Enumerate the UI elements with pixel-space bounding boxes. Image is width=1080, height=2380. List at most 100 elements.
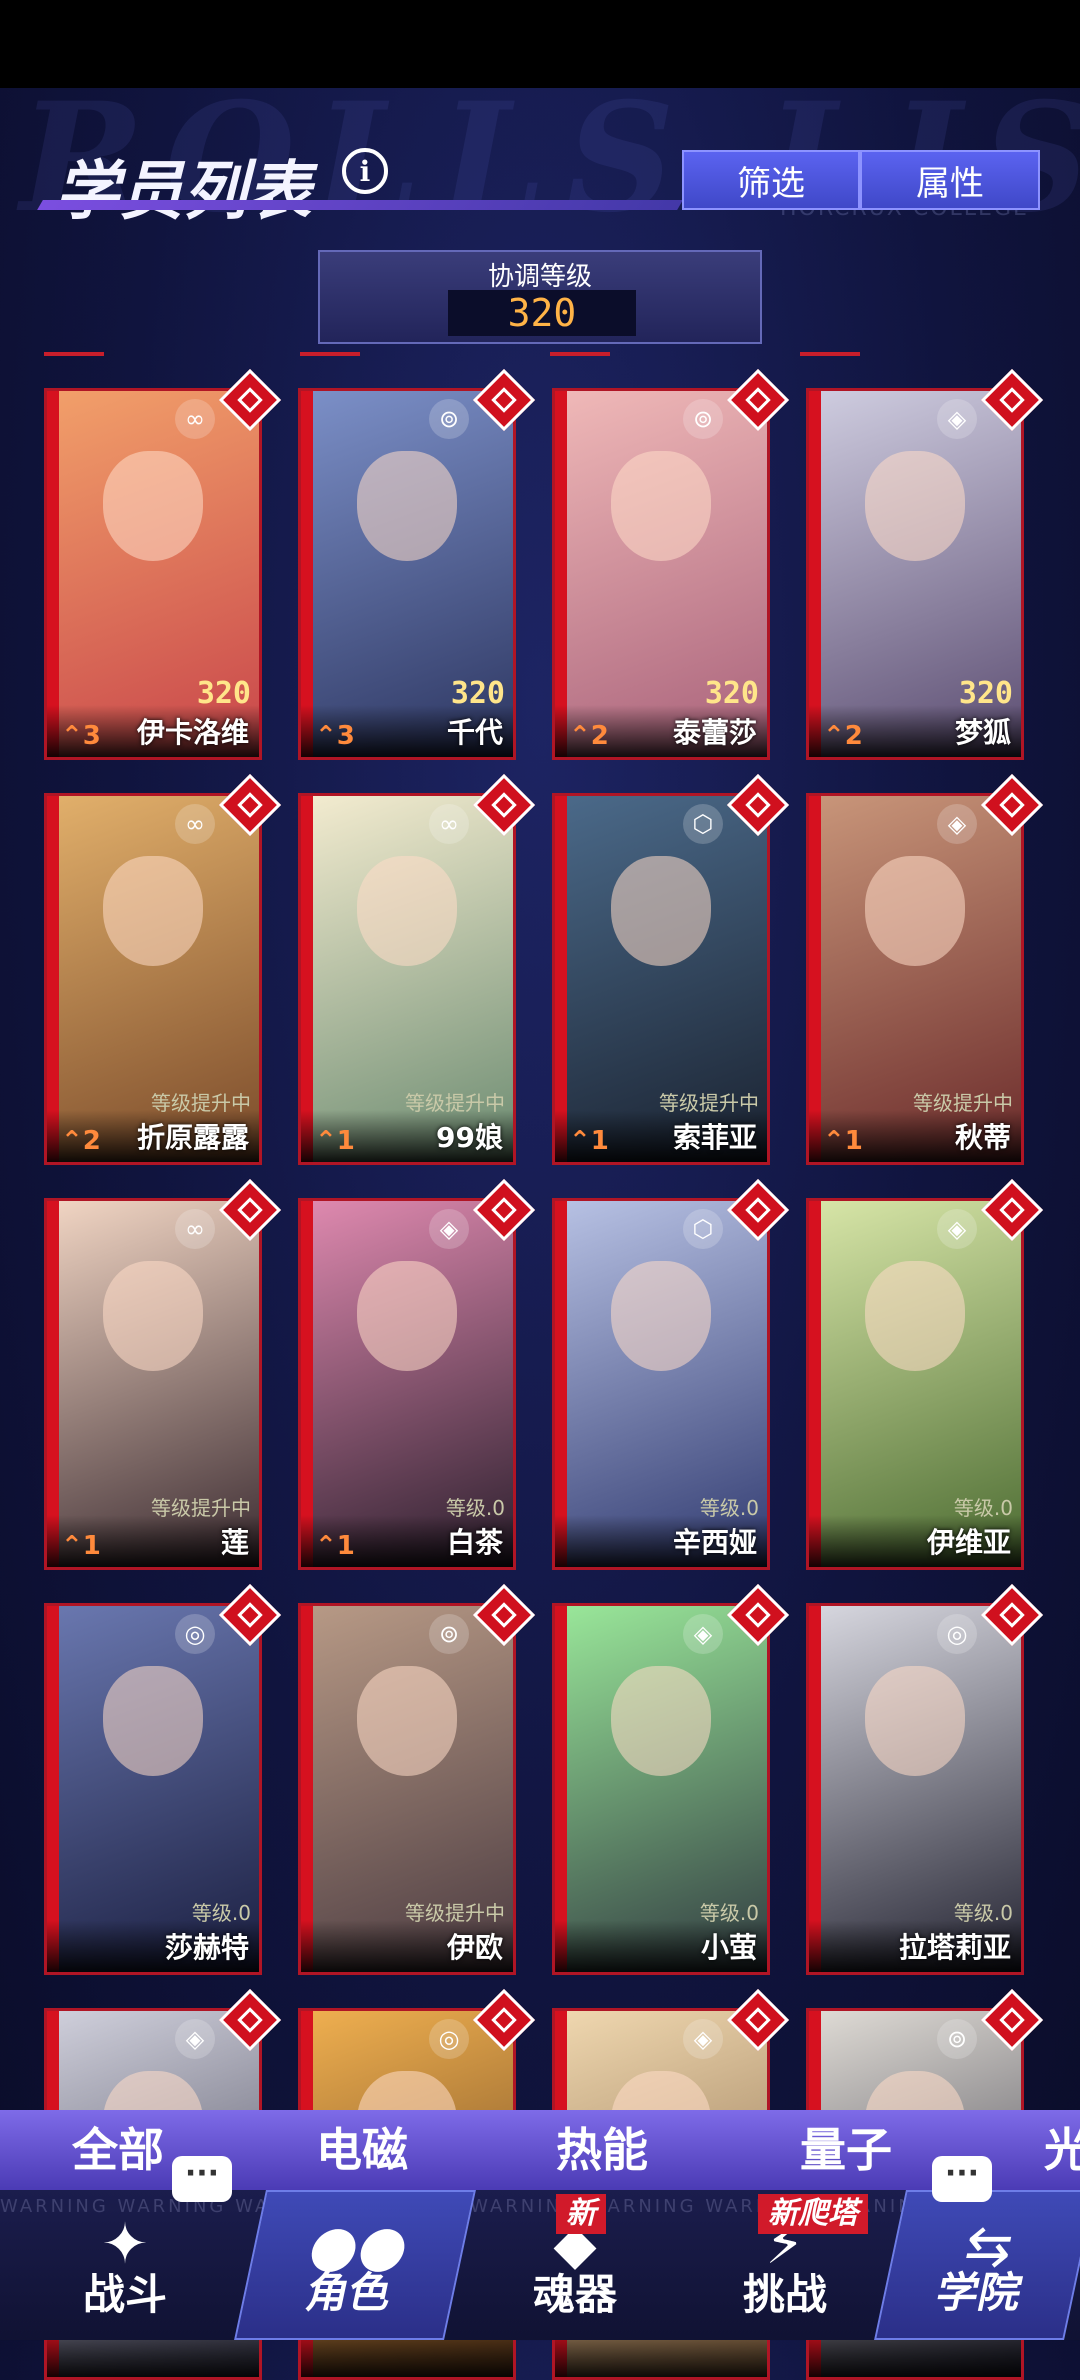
- quantum-icon: ◈: [937, 399, 977, 439]
- character-face: [357, 1261, 457, 1371]
- divider: [300, 352, 360, 356]
- student-card[interactable]: 320 ⌃2 泰蕾莎 ⊚: [552, 388, 770, 760]
- student-level-status: 等级提升中: [405, 1091, 505, 1115]
- student-card[interactable]: 等级.0 ⌃1 白茶 ◈: [298, 1198, 516, 1570]
- page-title: 学员列表: [55, 154, 311, 229]
- spiral-icon: ◎: [937, 1614, 977, 1654]
- nav-academy[interactable]: ⇆ 学院: [874, 2190, 1080, 2340]
- filter-tab-light[interactable]: 光: [1044, 2114, 1080, 2186]
- spiral-icon: ◎: [429, 2019, 469, 2059]
- divider: [44, 352, 104, 356]
- card-edge-stripe: [809, 1201, 821, 1567]
- student-level: 320: [450, 676, 505, 711]
- student-name: 伊欧: [446, 1931, 503, 1964]
- rank-chevron-icon: ⌃: [61, 1531, 83, 1561]
- student-card[interactable]: 等级提升中 伊欧 ⊚: [298, 1603, 516, 1975]
- attribute-button[interactable]: 属性: [860, 150, 1040, 210]
- student-card[interactable]: 320 ⌃3 千代 ⊚: [298, 388, 516, 760]
- rank-chevron-icon: ⌃: [823, 721, 845, 751]
- student-rank: ⌃3: [315, 721, 355, 751]
- character-face: [865, 856, 965, 966]
- quantum-icon: ◈: [683, 2019, 723, 2059]
- student-level-status: 等级.0: [191, 1901, 251, 1925]
- quantum-icon: ◈: [429, 1209, 469, 1249]
- magnet-icon: ⊚: [683, 399, 723, 439]
- new-badge: 新: [556, 2194, 606, 2234]
- student-rank-value: 2: [590, 721, 609, 751]
- character-face: [357, 451, 457, 561]
- card-edge-stripe: [47, 1606, 59, 1972]
- student-card[interactable]: 等级.0 辛西娅 ⬡: [552, 1198, 770, 1570]
- chat-bubble-icon[interactable]: ···: [172, 2156, 232, 2202]
- rank-chevron-icon: ⌃: [569, 1126, 591, 1156]
- student-rank: ⌃2: [823, 721, 863, 751]
- student-card[interactable]: 等级.0 拉塔莉亚 ◎: [806, 1603, 1024, 1975]
- student-name: 折原露露: [136, 1121, 249, 1154]
- card-edge-stripe: [555, 391, 567, 757]
- card-edge-stripe: [555, 796, 567, 1162]
- student-card[interactable]: 320 ⌃2 梦狐 ◈: [806, 388, 1024, 760]
- student-level: 320: [704, 676, 759, 711]
- student-level-status: 等级.0: [953, 1496, 1013, 1520]
- title-underline: [37, 200, 683, 210]
- student-card[interactable]: 等级提升中 ⌃1 莲 ∞: [44, 1198, 262, 1570]
- card-edge-stripe: [301, 1201, 313, 1567]
- character-face: [103, 1261, 203, 1371]
- character-face: [103, 451, 203, 561]
- rank-chevron-icon: ⌃: [61, 721, 83, 751]
- nav-battle[interactable]: ✦ 战斗: [20, 2190, 230, 2340]
- character-face: [611, 1261, 711, 1371]
- student-name: 小萤: [700, 1931, 757, 1964]
- filter-tab-quantum[interactable]: 量子: [800, 2114, 892, 2186]
- student-card[interactable]: 等级.0 小萤 ◈: [552, 1603, 770, 1975]
- card-edge-stripe: [47, 1201, 59, 1567]
- nav-roles[interactable]: ●● 角色: [234, 2190, 476, 2340]
- character-face: [611, 451, 711, 561]
- student-card[interactable]: 320 ⌃3 伊卡洛维 ∞: [44, 388, 262, 760]
- sweat-drops-icon: ∞: [175, 804, 215, 844]
- student-card[interactable]: 等级.0 伊维亚 ◈: [806, 1198, 1024, 1570]
- divider: [800, 352, 860, 356]
- filter-button[interactable]: 筛选: [682, 150, 860, 210]
- spiral-icon: ◎: [175, 1614, 215, 1654]
- student-name: 莲: [220, 1526, 249, 1559]
- card-edge-stripe: [809, 796, 821, 1162]
- coordination-level-value: 320: [448, 290, 636, 336]
- student-rank-value: 2: [82, 1126, 101, 1156]
- student-card[interactable]: 等级提升中 ⌃1 秋蒂 ◈: [806, 793, 1024, 1165]
- student-level-status: 等级提升中: [151, 1496, 251, 1520]
- character-face: [357, 1666, 457, 1776]
- student-rank-value: 1: [82, 1531, 101, 1561]
- student-card[interactable]: 等级提升中 ⌃2 折原露露 ∞: [44, 793, 262, 1165]
- filter-tab-all[interactable]: 全部: [72, 2114, 164, 2186]
- filter-tab-electromagnetic[interactable]: 电磁: [316, 2114, 408, 2186]
- student-rank: ⌃1: [315, 1126, 355, 1156]
- student-card[interactable]: 等级.0 莎赫特 ◎: [44, 1603, 262, 1975]
- student-rank: ⌃2: [61, 1126, 101, 1156]
- chat-bubble-icon[interactable]: ···: [932, 2156, 992, 2202]
- student-rank-value: 2: [844, 721, 863, 751]
- filter-tab-thermal[interactable]: 热能: [556, 2114, 648, 2186]
- nav-academy-label: 学院: [931, 2268, 1027, 2317]
- student-name: 伊卡洛维: [136, 716, 249, 749]
- student-rank-value: 1: [336, 1531, 355, 1561]
- student-level-status: 等级提升中: [659, 1091, 759, 1115]
- student-rank: ⌃1: [315, 1531, 355, 1561]
- character-face: [865, 1261, 965, 1371]
- divider: [550, 352, 610, 356]
- student-card[interactable]: 等级提升中 ⌃1 99娘 ∞: [298, 793, 516, 1165]
- student-level-status: 等级.0: [445, 1496, 505, 1520]
- coordination-level-label: 协调等级: [487, 262, 592, 292]
- card-edge-stripe: [809, 391, 821, 757]
- student-card[interactable]: 等级提升中 ⌃1 索菲亚 ⬡: [552, 793, 770, 1165]
- card-edge-stripe: [555, 1606, 567, 1972]
- character-face: [865, 1666, 965, 1776]
- student-rank: ⌃1: [61, 1531, 101, 1561]
- student-name: 99娘: [436, 1121, 503, 1154]
- student-rank-value: 1: [336, 1126, 355, 1156]
- card-edge-stripe: [555, 1201, 567, 1567]
- rank-chevron-icon: ⌃: [315, 1531, 337, 1561]
- info-icon[interactable]: i: [342, 148, 388, 194]
- sweat-drops-icon: ∞: [175, 1209, 215, 1249]
- quantum-icon: ◈: [937, 804, 977, 844]
